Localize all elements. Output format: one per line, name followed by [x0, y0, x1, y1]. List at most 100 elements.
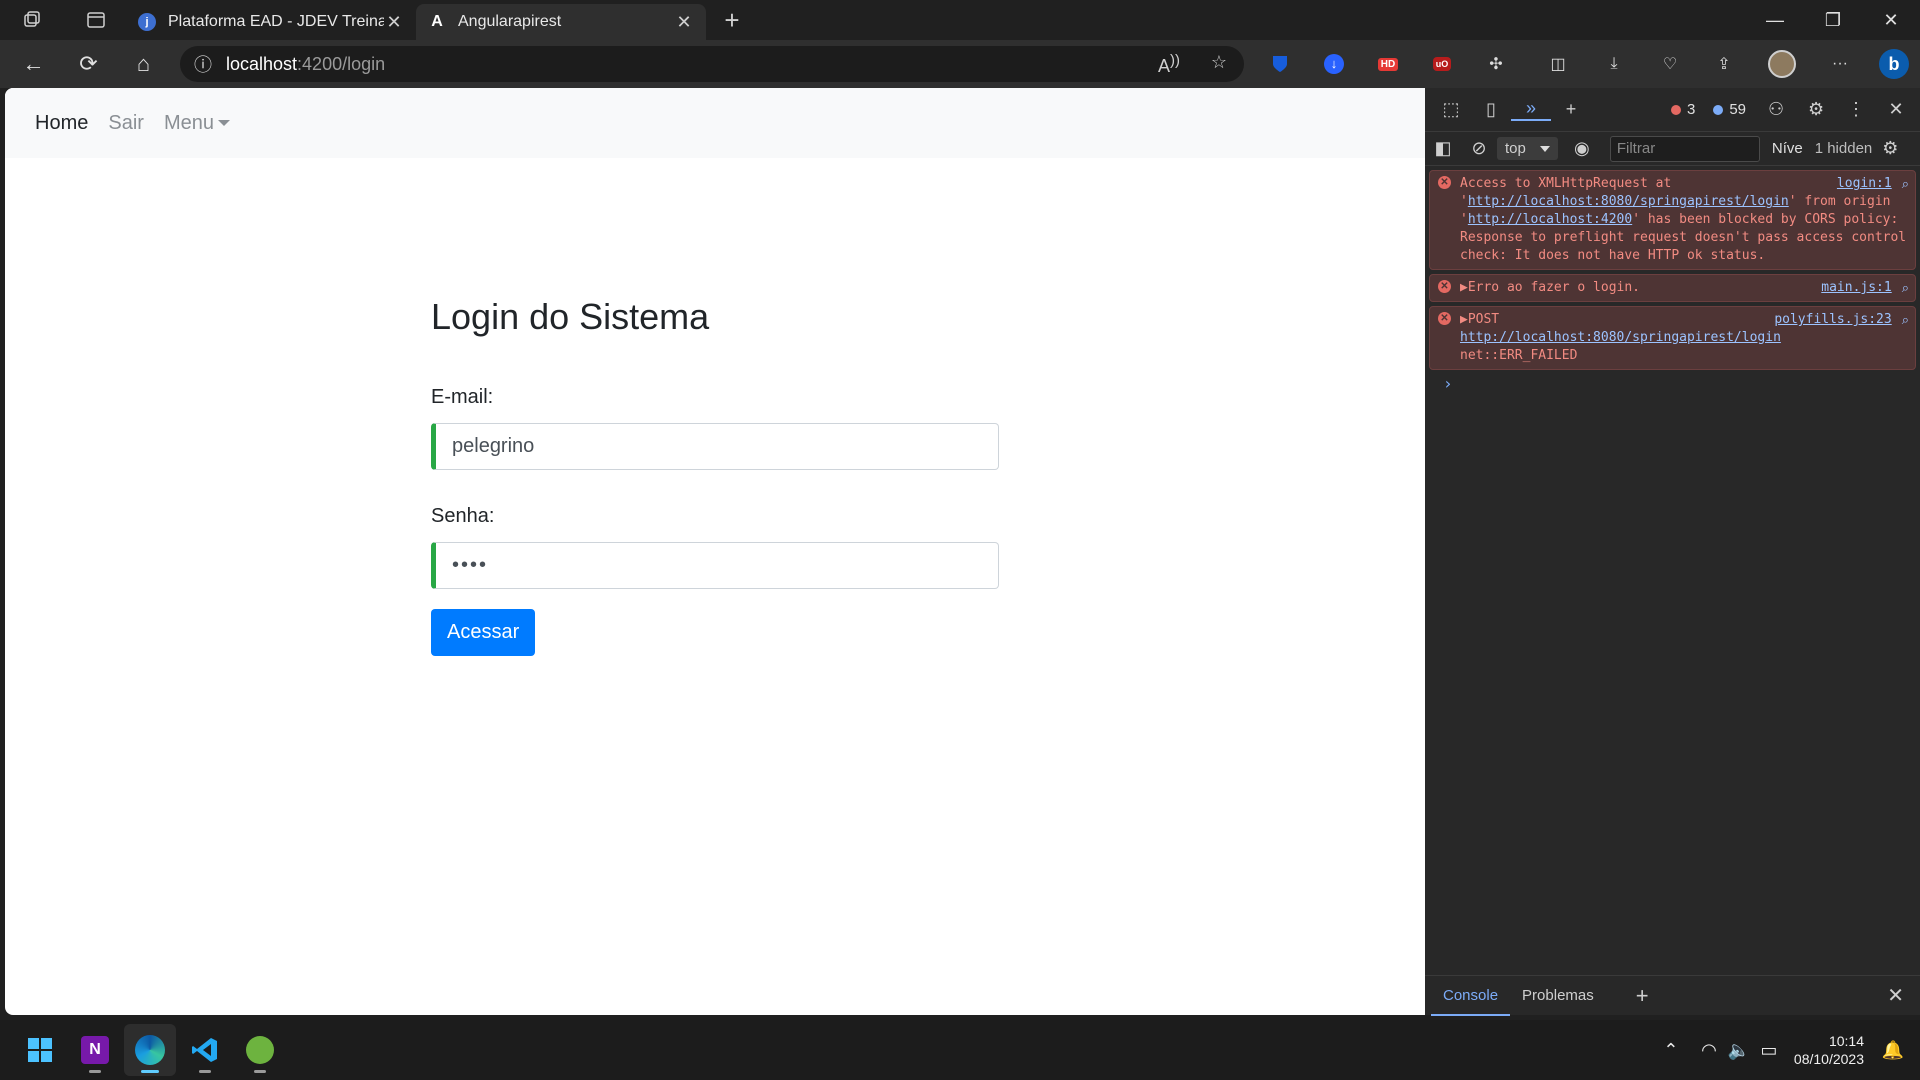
inspect-element-icon[interactable]: ⬚ — [1431, 99, 1471, 120]
password-label: Senha: — [431, 505, 495, 527]
chevron-up-icon[interactable]: ⌃ — [1656, 1040, 1686, 1061]
tab-angularapirest[interactable]: A Angularapirest ✕ — [416, 4, 706, 40]
bitwarden-icon[interactable] — [1262, 46, 1298, 82]
search-icon[interactable]: ⌕ — [1902, 311, 1909, 329]
error-counter[interactable]: 3 — [1671, 101, 1695, 118]
error-url-link[interactable]: http://localhost:8080/springapirest/logi… — [1468, 194, 1789, 209]
edge-app-icon[interactable] — [124, 1024, 176, 1076]
extensions-puzzle-icon[interactable]: ✣ — [1478, 46, 1514, 82]
new-tab-button[interactable]: + — [712, 0, 752, 40]
share-icon[interactable]: ⇪ — [1706, 46, 1742, 82]
url-text[interactable]: localhost:4200/login — [226, 54, 385, 75]
drawer-tabs: Console Problemas + ✕ — [1425, 975, 1920, 1016]
search-icon[interactable]: ⌕ — [1902, 279, 1909, 297]
source-link[interactable]: login:1 — [1837, 175, 1892, 193]
chevron-down-icon — [217, 120, 230, 127]
profile-avatar[interactable] — [1764, 46, 1800, 82]
add-tab-icon[interactable]: + — [1551, 99, 1591, 120]
more-options-icon[interactable]: ··· — [1822, 46, 1858, 82]
context-selector[interactable]: top — [1497, 137, 1558, 160]
copilot-bing-icon[interactable]: b — [1876, 46, 1912, 82]
issues-icon[interactable]: ⚇ — [1756, 99, 1796, 120]
error-text: net::ERR_FAILED — [1460, 348, 1578, 363]
tab-console[interactable]: Console — [1431, 976, 1511, 1016]
more-tabs-icon[interactable]: » — [1511, 98, 1551, 121]
maximize-icon[interactable]: ❐ — [1804, 0, 1862, 40]
devtools-panel: ⬚ ▯ » + 3 59 ⚇ ⚙ ⋮ ✕ ◧ ⊘ top ◉ Filtrar N… — [1425, 88, 1920, 1016]
settings-gear-icon[interactable]: ⚙ — [1796, 99, 1836, 120]
close-window-icon[interactable]: ✕ — [1862, 0, 1920, 40]
download-manager-icon[interactable]: ↓ — [1316, 46, 1352, 82]
tab-plataforma-ead[interactable]: j Plataforma EAD - JDEV Treinamento ✕ — [126, 4, 416, 40]
console-error-message[interactable]: ✕ ⌕ polyfills.js:23 ▶POST http://localho… — [1429, 306, 1916, 370]
page-viewport: Home Sair Menu Login do Sistema E-mail: … — [5, 88, 1425, 1015]
vscode-app-icon[interactable] — [179, 1024, 231, 1076]
close-tab-icon[interactable]: ✕ — [384, 12, 404, 33]
nav-menu-dropdown[interactable]: Menu — [164, 112, 230, 135]
close-drawer-icon[interactable]: ✕ — [1887, 983, 1904, 1008]
vertical-tabs-icon[interactable] — [76, 0, 116, 40]
site-info-icon[interactable]: ⓘ — [180, 51, 226, 77]
console-prompt[interactable]: › — [1429, 374, 1916, 393]
read-aloud-icon[interactable]: A)) — [1144, 52, 1194, 77]
password-field[interactable] — [431, 542, 999, 589]
error-text: ▶Erro ao fazer o login. — [1460, 280, 1641, 295]
start-button[interactable] — [14, 1024, 66, 1076]
hidden-count: 1 hidden — [1814, 140, 1873, 157]
favorite-star-icon[interactable]: ☆ — [1194, 52, 1244, 77]
tab-bar: j Plataforma EAD - JDEV Treinamento ✕ A … — [0, 0, 1920, 40]
email-field[interactable] — [431, 423, 999, 470]
split-screen-icon[interactable]: ◫ — [1540, 46, 1576, 82]
system-tray: ⌃ ◠ 🔈 ▭ 10:14 08/10/2023 🔔 — [1656, 1032, 1920, 1068]
error-url-link[interactable]: http://localhost:8080/springapirest/logi… — [1460, 330, 1781, 345]
clock-time: 10:14 — [1828, 1033, 1864, 1049]
add-drawer-tab-icon[interactable]: + — [1636, 983, 1649, 1009]
workspaces-icon[interactable] — [12, 0, 52, 40]
log-levels-dropdown[interactable]: Níve — [1772, 140, 1803, 157]
onenote-app-icon[interactable]: N — [69, 1024, 121, 1076]
address-bar[interactable]: ⓘ localhost:4200/login A)) ☆ — [180, 46, 1244, 82]
search-icon[interactable]: ⌕ — [1902, 175, 1909, 193]
device-toolbar-icon[interactable]: ▯ — [1471, 99, 1511, 120]
acessar-button[interactable]: Acessar — [431, 609, 536, 656]
spring-tool-suite-icon[interactable] — [234, 1024, 286, 1076]
wifi-icon[interactable]: ◠ — [1694, 1040, 1724, 1061]
tab-title: Plataforma EAD - JDEV Treinamento — [168, 13, 384, 30]
error-url-link[interactable]: http://localhost:4200 — [1468, 212, 1632, 227]
console-filter-bar: ◧ ⊘ top ◉ Filtrar Níve 1 hidden ⚙ — [1425, 132, 1920, 166]
clock[interactable]: 10:14 08/10/2023 — [1794, 1032, 1864, 1068]
volume-icon[interactable]: 🔈 — [1724, 1040, 1754, 1061]
filter-input[interactable]: Filtrar — [1609, 135, 1760, 162]
clear-console-icon[interactable]: ⊘ — [1461, 138, 1497, 159]
clock-date: 08/10/2023 — [1793, 1051, 1864, 1067]
nav-home-link[interactable]: Home — [35, 112, 88, 135]
nav-sair-link[interactable]: Sair — [108, 112, 144, 135]
error-x-icon: ✕ — [1438, 312, 1451, 325]
message-counter[interactable]: 59 — [1713, 101, 1746, 118]
console-error-message[interactable]: ✕ ⌕ main.js:1 ▶Erro ao fazer o login. — [1429, 274, 1916, 302]
hd-extension-icon[interactable]: HD — [1370, 46, 1406, 82]
sidebar-toggle-icon[interactable]: ◧ — [1425, 138, 1461, 159]
home-icon[interactable]: ⌂ — [116, 40, 171, 88]
close-devtools-icon[interactable]: ✕ — [1876, 99, 1916, 120]
ublock-icon[interactable]: uO — [1424, 46, 1460, 82]
error-count: 3 — [1687, 101, 1696, 118]
tab-problemas[interactable]: Problemas — [1510, 976, 1606, 1016]
battery-icon[interactable]: ▭ — [1754, 1040, 1784, 1061]
live-expression-eye-icon[interactable]: ◉ — [1564, 138, 1600, 159]
downloads-icon[interactable]: ⤓ — [1596, 46, 1632, 82]
tab-title: Angularapirest — [458, 13, 562, 30]
close-tab-icon[interactable]: ✕ — [674, 12, 694, 33]
request-method: ▶POST — [1460, 312, 1500, 327]
browser-essentials-icon[interactable]: ♡ — [1652, 46, 1688, 82]
source-link[interactable]: polyfills.js:23 — [1774, 311, 1891, 329]
back-icon[interactable]: ← — [6, 40, 61, 88]
notification-bell-icon[interactable]: 🔔 — [1878, 1040, 1908, 1061]
nav-menu-label: Menu — [163, 111, 214, 134]
source-link[interactable]: main.js:1 — [1821, 279, 1891, 297]
refresh-icon[interactable]: ⟳ — [61, 40, 116, 88]
context-label: top — [1505, 140, 1526, 157]
console-settings-icon[interactable]: ⚙ — [1872, 138, 1908, 159]
more-options-icon[interactable]: ⋮ — [1836, 99, 1876, 120]
minimize-icon[interactable]: — — [1746, 0, 1804, 40]
